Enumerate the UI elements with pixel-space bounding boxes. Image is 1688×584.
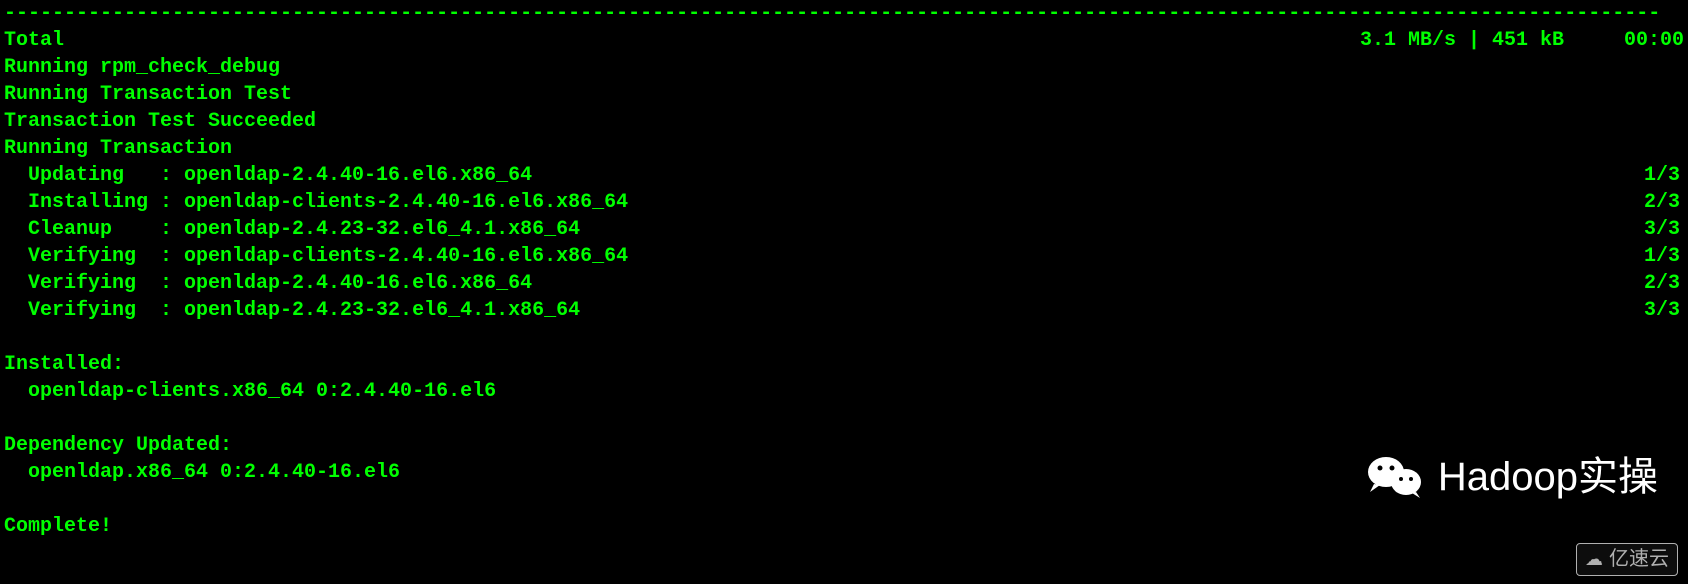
total-line: Total 3.1 MB/s | 451 kB 00:00 — [4, 27, 1684, 54]
watermark-wechat-text: Hadoop实操 — [1438, 450, 1658, 504]
blank-line — [4, 324, 1684, 351]
transaction-count: 1/3 — [1644, 243, 1684, 270]
rpm-check-line: Running rpm_check_debug — [4, 54, 1684, 81]
transaction-row: Verifying : openldap-2.4.23-32.el6_4.1.x… — [4, 297, 1684, 324]
separator-line: ----------------------------------------… — [4, 0, 1684, 27]
transaction-test-line: Running Transaction Test — [4, 81, 1684, 108]
transaction-action: Verifying : openldap-clients-2.4.40-16.e… — [28, 243, 628, 270]
transaction-row: Verifying : openldap-2.4.40-16.el6.x86_6… — [4, 270, 1684, 297]
transaction-row: Updating : openldap-2.4.40-16.el6.x86_64… — [4, 162, 1684, 189]
watermark-yisu-text: 亿速云 — [1609, 546, 1669, 573]
cloud-icon: ☁ — [1585, 547, 1603, 571]
transaction-succeeded-line: Transaction Test Succeeded — [4, 108, 1684, 135]
transaction-count: 3/3 — [1644, 297, 1684, 324]
complete-line: Complete! — [4, 513, 1684, 540]
transaction-action: Cleanup : openldap-2.4.23-32.el6_4.1.x86… — [28, 216, 580, 243]
transaction-row: Installing : openldap-clients-2.4.40-16.… — [4, 189, 1684, 216]
installed-package: openldap-clients.x86_64 0:2.4.40-16.el6 — [4, 378, 1684, 405]
transaction-count: 1/3 — [1644, 162, 1684, 189]
installed-header: Installed: — [4, 351, 1684, 378]
watermark-yisu: ☁ 亿速云 — [1576, 543, 1678, 576]
total-stats: 3.1 MB/s | 451 kB 00:00 — [1360, 27, 1684, 54]
total-label: Total — [4, 27, 64, 54]
transaction-row: Verifying : openldap-clients-2.4.40-16.e… — [4, 243, 1684, 270]
transaction-action: Installing : openldap-clients-2.4.40-16.… — [28, 189, 628, 216]
transaction-count: 2/3 — [1644, 270, 1684, 297]
transaction-count: 2/3 — [1644, 189, 1684, 216]
blank-line — [4, 405, 1684, 432]
wechat-icon — [1366, 452, 1426, 502]
transaction-action: Verifying : openldap-2.4.23-32.el6_4.1.x… — [28, 297, 580, 324]
transaction-row: Cleanup : openldap-2.4.23-32.el6_4.1.x86… — [4, 216, 1684, 243]
transaction-count: 3/3 — [1644, 216, 1684, 243]
running-transaction-line: Running Transaction — [4, 135, 1684, 162]
transaction-action: Updating : openldap-2.4.40-16.el6.x86_64 — [28, 162, 532, 189]
transaction-action: Verifying : openldap-2.4.40-16.el6.x86_6… — [28, 270, 532, 297]
watermark-wechat: Hadoop实操 — [1366, 450, 1658, 504]
